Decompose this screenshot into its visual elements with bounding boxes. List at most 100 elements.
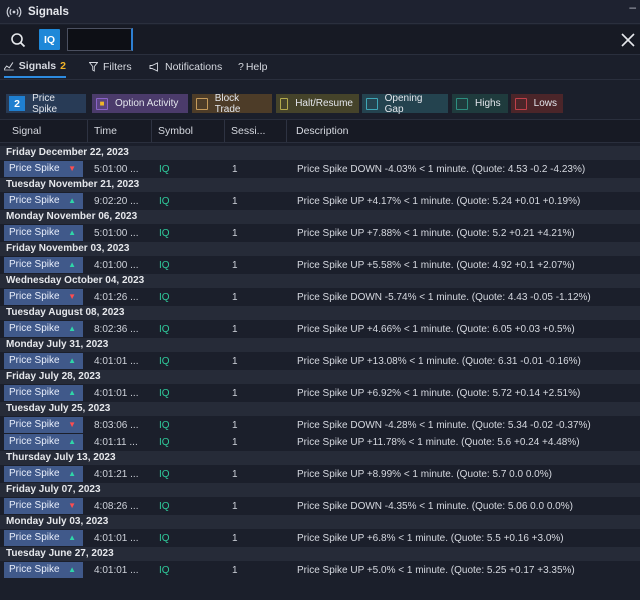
chart-line-icon	[4, 62, 14, 71]
filter-price-spike[interactable]: 2 Price Spike	[6, 93, 86, 115]
signal-label: Price Spike	[9, 468, 60, 479]
signal-badge: Price Spike ▲	[4, 193, 83, 209]
filter-label: Opening Gap	[384, 92, 423, 115]
tab-help[interactable]: ? Help	[238, 56, 267, 78]
signal-symbol[interactable]: IQ	[159, 161, 170, 178]
table-row[interactable]: Price Spike ▲ 4:01:00 ... IQ 1 Price Spike UP…	[0, 256, 640, 273]
signal-label: Price Spike	[9, 227, 60, 238]
signal-symbol[interactable]: IQ	[159, 562, 170, 579]
date-group-header: Tuesday June 27, 2023	[0, 547, 640, 561]
signal-symbol[interactable]: IQ	[159, 434, 170, 451]
window-title: Signals	[28, 5, 69, 18]
table-row[interactable]: Price Spike ▲ 9:02:20 ... IQ 1 Price Spike UP…	[0, 192, 640, 209]
signal-badge: Price Spike ▲	[4, 257, 83, 273]
filter-highs[interactable]: Highs	[452, 94, 508, 113]
signal-session: 1	[232, 324, 238, 335]
signal-symbol[interactable]: IQ	[159, 289, 170, 306]
tab-bar: Signals 2 Filters Notifications ? Help	[0, 56, 640, 80]
tab-filters[interactable]: Filters	[89, 56, 132, 78]
signal-time: 4:08:26 ...	[94, 501, 139, 512]
signal-symbol[interactable]: IQ	[159, 193, 170, 210]
signal-session: 1	[232, 292, 238, 303]
table-row[interactable]: Price Spike ▲ 5:01:00 ... IQ 1 Price Spike UP…	[0, 224, 640, 241]
signals-table-body: Friday December 22, 2023 Price Spike ▼ 5:01…	[0, 145, 640, 578]
signal-session: 1	[232, 565, 238, 576]
signal-symbol[interactable]: IQ	[159, 353, 170, 370]
symbol-input[interactable]	[67, 28, 133, 51]
tab-label: Filters	[103, 61, 132, 73]
column-header-description[interactable]: Description	[290, 120, 630, 142]
signal-description: Price Spike UP +7.88% < 1 minute. (Quote…	[297, 228, 575, 239]
minimize-button[interactable]: –	[629, 0, 636, 14]
column-header-symbol[interactable]: Symbol	[152, 120, 225, 142]
symbol-badge[interactable]: IQ	[39, 29, 60, 50]
signal-symbol[interactable]: IQ	[159, 321, 170, 338]
filter-count-badge: 2	[9, 96, 26, 111]
arrow-down-icon: ▼	[68, 164, 76, 173]
signal-description: Price Spike UP +5.58% < 1 minute. (Quote…	[297, 260, 575, 271]
filter-opening-gap[interactable]: Opening Gap	[362, 92, 448, 115]
signal-badge: Price Spike ▲	[4, 353, 83, 369]
date-group-header: Friday July 28, 2023	[0, 370, 640, 384]
checkbox[interactable]	[196, 97, 208, 110]
signal-session: 1	[232, 164, 238, 175]
arrow-up-icon: ▲	[68, 565, 76, 574]
filter-lows[interactable]: Lows	[511, 94, 563, 113]
tab-signals[interactable]: Signals 2	[4, 56, 66, 78]
filter-block-trade[interactable]: Block Trade	[192, 92, 272, 115]
filter-halt-resume[interactable]: Halt/Resume	[276, 94, 359, 113]
column-header-time[interactable]: Time	[88, 120, 152, 142]
signal-description: Price Spike DOWN -4.03% < 1 minute. (Quo…	[297, 164, 586, 175]
signal-session: 1	[232, 469, 238, 480]
signal-label: Price Spike	[9, 564, 60, 575]
filter-option-activity[interactable]: ■ Option Activity	[92, 94, 188, 113]
signal-label: Price Spike	[9, 323, 60, 334]
column-header-session[interactable]: Sessi...	[225, 120, 287, 142]
signal-time: 9:02:20 ...	[94, 196, 139, 207]
signal-symbol[interactable]: IQ	[159, 257, 170, 274]
table-row[interactable]: Price Spike ▲ 4:01:01 ... IQ 1 Price Spike UP…	[0, 352, 640, 369]
date-group-header: Monday July 03, 2023	[0, 515, 640, 529]
table-row[interactable]: Price Spike ▲ 4:01:11 ... IQ 1 Price Spike UP…	[0, 433, 640, 450]
signal-description: Price Spike UP +6.8% < 1 minute. (Quote:…	[297, 533, 564, 544]
title-bar: Signals –	[0, 0, 640, 24]
signal-description: Price Spike UP +4.66% < 1 minute. (Quote…	[297, 324, 575, 335]
signal-time: 4:01:01 ...	[94, 388, 139, 399]
broadcast-icon	[6, 6, 22, 17]
table-row[interactable]: Price Spike ▲ 4:01:01 ... IQ 1 Price Spike UP…	[0, 561, 640, 578]
filter-label: Halt/Resume	[295, 98, 353, 109]
search-icon[interactable]	[10, 32, 26, 48]
table-row[interactable]: Price Spike ▲ 4:01:21 ... IQ 1 Price Spike UP…	[0, 465, 640, 482]
signal-symbol[interactable]: IQ	[159, 466, 170, 483]
table-row[interactable]: Price Spike ▲ 4:01:01 ... IQ 1 Price Spike UP…	[0, 529, 640, 546]
checkbox[interactable]	[366, 97, 378, 110]
signal-session: 1	[232, 228, 238, 239]
signal-symbol[interactable]: IQ	[159, 225, 170, 242]
signal-session: 1	[232, 260, 238, 271]
table-row[interactable]: Price Spike ▼ 4:01:26 ... IQ 1 Price Spike DO…	[0, 288, 640, 305]
signal-badge: Price Spike ▼	[4, 417, 83, 433]
checkbox[interactable]	[456, 97, 468, 110]
filter-label: Block Trade	[214, 92, 241, 115]
table-row[interactable]: Price Spike ▲ 4:01:01 ... IQ 1 Price Spike UP…	[0, 384, 640, 401]
table-row[interactable]: Price Spike ▲ 8:02:36 ... IQ 1 Price Spike UP…	[0, 320, 640, 337]
arrow-up-icon: ▲	[68, 469, 76, 478]
date-group-header: Tuesday November 21, 2023	[0, 178, 640, 192]
checkbox[interactable]	[515, 97, 527, 110]
signal-label: Price Spike	[9, 387, 60, 398]
close-icon[interactable]	[619, 31, 637, 49]
signal-session: 1	[232, 356, 238, 367]
table-row[interactable]: Price Spike ▼ 5:01:00 ... IQ 1 Price Spike DO…	[0, 160, 640, 177]
table-row[interactable]: Price Spike ▼ 4:08:26 ... IQ 1 Price Spike DO…	[0, 497, 640, 514]
signal-label: Price Spike	[9, 532, 60, 543]
column-header-signal[interactable]: Signal	[6, 120, 88, 142]
signal-symbol[interactable]: IQ	[159, 385, 170, 402]
table-row[interactable]: Price Spike ▼ 8:03:06 ... IQ 1 Price Spike DO…	[0, 416, 640, 433]
signal-symbol[interactable]: IQ	[159, 498, 170, 515]
tab-notifications[interactable]: Notifications	[149, 56, 222, 78]
arrow-up-icon: ▲	[68, 437, 76, 446]
signal-label: Price Spike	[9, 291, 60, 302]
signal-symbol[interactable]: IQ	[159, 530, 170, 547]
signal-symbol[interactable]: IQ	[159, 417, 170, 434]
checkbox[interactable]	[280, 97, 289, 110]
